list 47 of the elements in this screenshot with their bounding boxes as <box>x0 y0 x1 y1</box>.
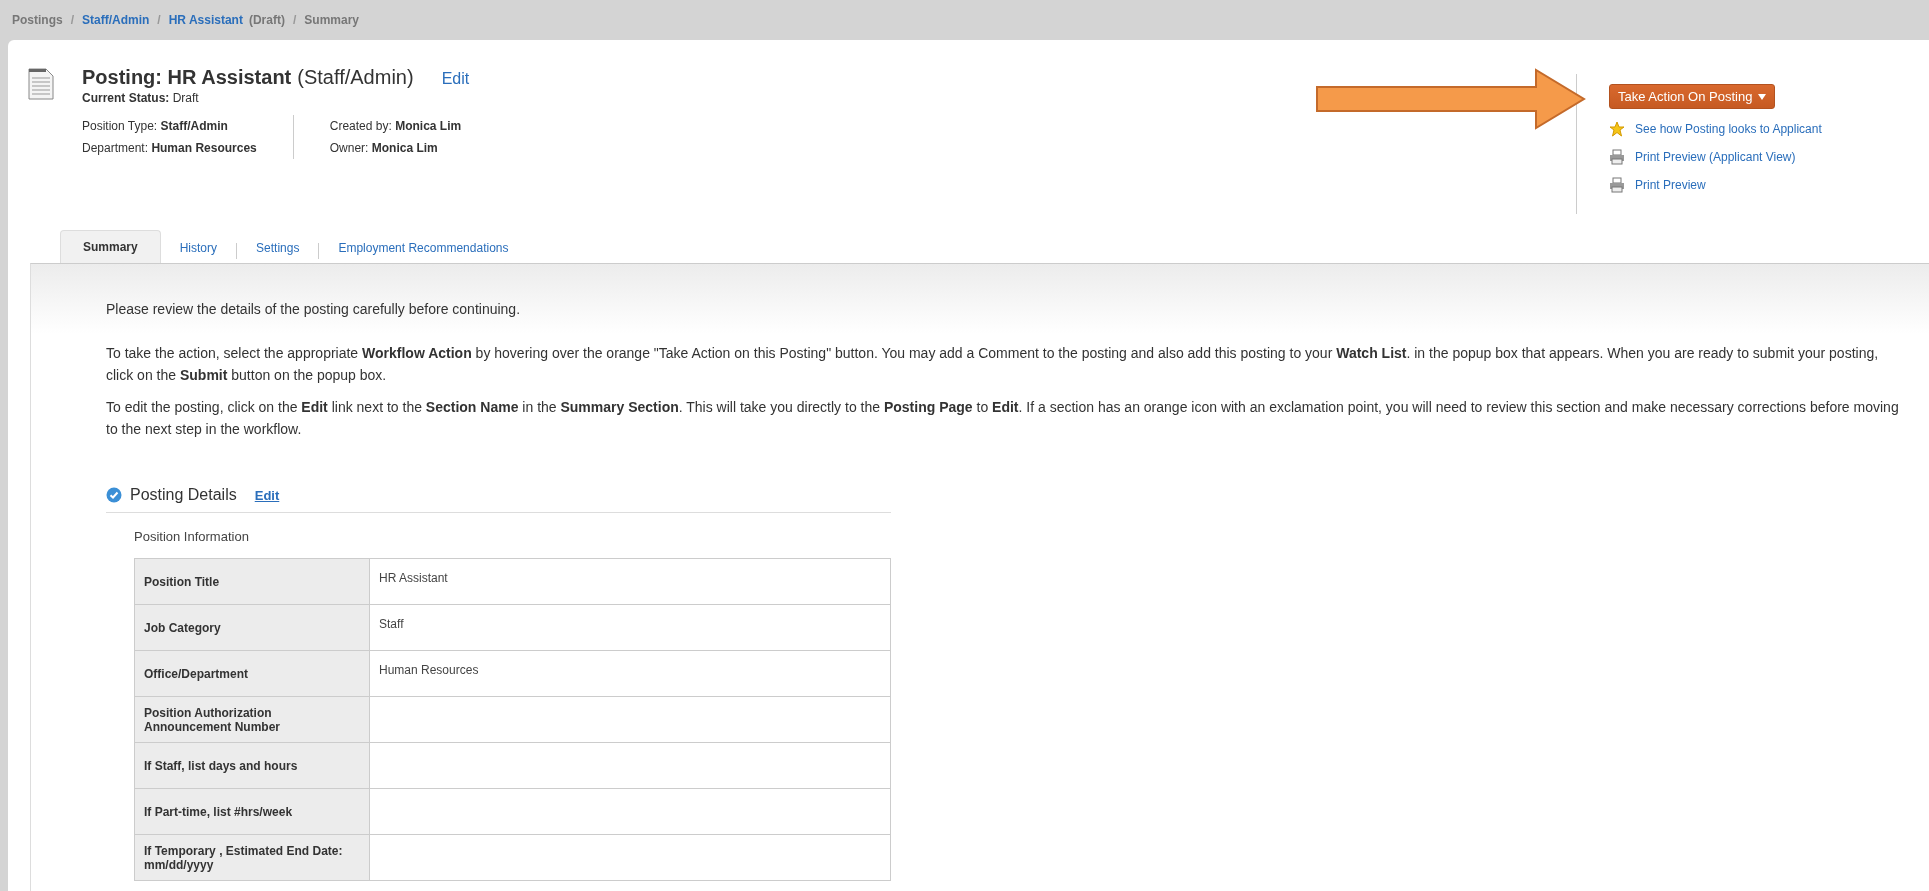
action-link[interactable]: Print Preview <box>1609 177 1929 193</box>
field-value: Human Resources <box>369 650 891 697</box>
info-field: Created by: Monica Lim <box>329 115 462 137</box>
star-icon <box>1609 121 1625 137</box>
breadcrumb-status: (Draft) <box>248 13 285 27</box>
action-link[interactable]: See how Posting looks to Applicant <box>1609 121 1929 137</box>
field-label: Position Title <box>134 558 370 605</box>
breadcrumb-link[interactable]: Staff/Admin <box>82 13 150 27</box>
field-label: If Temporary , Estimated End Date: mm/dd/yyyy <box>134 834 370 881</box>
status-label: Current Status: <box>82 91 170 105</box>
instruction-text: Please review the details of the posting carefully before continuing. <box>106 300 522 319</box>
info-field: Position Type: Staff/Admin <box>82 115 257 137</box>
tab[interactable]: History <box>160 233 237 263</box>
tab[interactable]: Summary <box>60 230 161 263</box>
tab[interactable]: Settings <box>237 233 319 263</box>
info-field: Department: Human Resources <box>82 137 257 159</box>
caret-icon <box>1758 93 1767 100</box>
check-icon <box>106 487 122 503</box>
printer-icon <box>1609 149 1625 165</box>
field-value: Staff <box>369 604 891 651</box>
posting-type: (Staff/Admin) <box>297 66 414 89</box>
section-title: Posting Details <box>130 486 237 504</box>
take-action-button[interactable]: Take Action On Posting <box>1609 84 1776 109</box>
field-label: Job Category <box>134 604 370 651</box>
edit-link[interactable]: Edit <box>441 70 470 88</box>
tab[interactable]: Employment Recommendations <box>319 233 528 263</box>
breadcrumb-separator: / <box>70 13 74 27</box>
breadcrumb-separator: / <box>292 13 297 27</box>
document-icon <box>28 68 54 100</box>
status-value: Draft <box>172 91 199 105</box>
info-field: Owner: Monica Lim <box>329 137 462 159</box>
field-label: Office/Department <box>134 650 370 697</box>
instruction-text: To take the action, select the appropriate Workflow Action by hovering over the orange "Take Action on this Posting" button. You may add a Comment to the posting and also add this posting to your Watch List. in the popup box that appears. When you are ready to submit your posting, click on the Submit button on the popup box. <box>106 344 1880 385</box>
edit-link[interactable]: Edit <box>254 487 280 503</box>
subsection-title: Position Information <box>134 529 250 544</box>
breadcrumb-link[interactable]: HR Assistant <box>168 13 243 27</box>
instruction-text: To edit the posting, click on the Edit link next to the Section Name in the Summary Section. This will take you directly to the Posting Page to Edit. If a section has an orange icon with an exclamation point, you will need to review this section and make necessary corrections before moving to the next step in the workflow. <box>106 398 1900 439</box>
breadcrumb-item: Summary <box>304 13 359 27</box>
field-value: HR Assistant <box>369 558 891 605</box>
posting-title: Posting: HR Assistant <box>82 66 292 89</box>
printer-icon <box>1609 177 1625 193</box>
field-label: Position Authorization Announcement Number <box>134 696 370 743</box>
breadcrumb-separator: / <box>157 13 161 27</box>
breadcrumb-item: Postings <box>12 13 63 27</box>
field-label: If Staff, list days and hours <box>134 742 370 789</box>
action-link[interactable]: Print Preview (Applicant View) <box>1609 149 1929 165</box>
field-label: If Part-time, list #hrs/week <box>134 788 370 835</box>
